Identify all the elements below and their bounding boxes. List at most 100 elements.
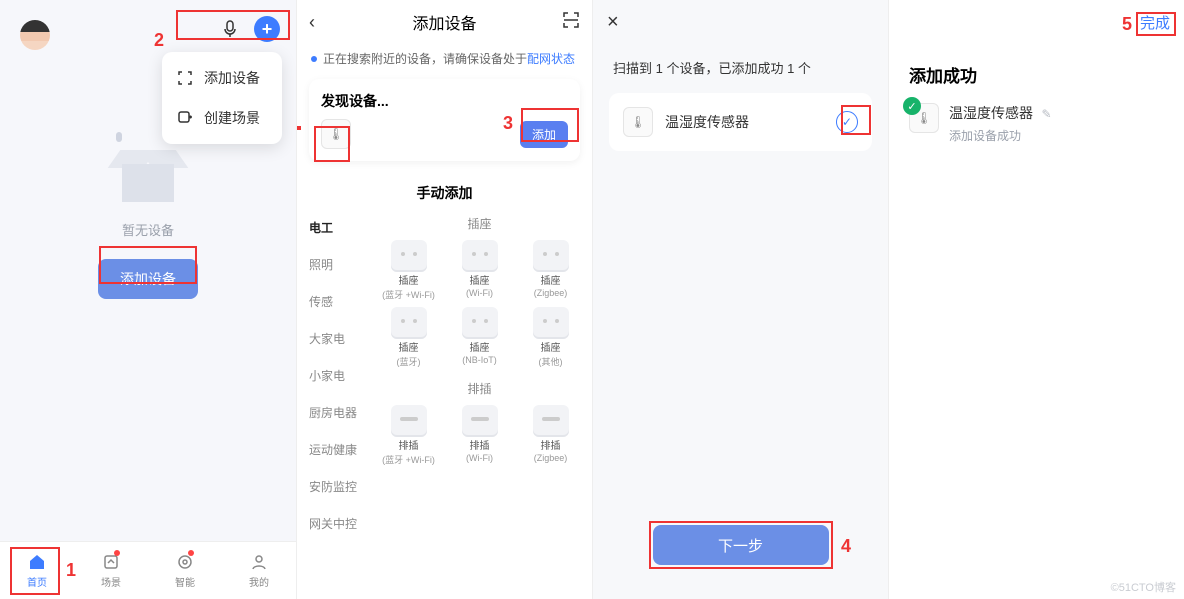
socket-icon [391,307,427,339]
device-sublabel: (其他) [517,355,584,368]
annotation-3: 3 [503,113,513,134]
badge-dot [114,550,120,556]
device-sublabel: (Wi-Fi) [446,453,513,463]
add-plus-button[interactable]: + [254,16,280,42]
category-item[interactable]: 电工 [309,219,367,236]
found-devices-card: 发现设备... 🌡 添加 [309,79,580,161]
device-sublabel: (Wi-Fi) [446,288,513,298]
subcategory-header: 排插 [367,380,592,397]
tab-mine[interactable]: 我的 [222,542,296,599]
device-cell[interactable]: 插座(NB-IoT) [446,307,513,368]
device-cell[interactable]: 插座(Zigbee) [517,240,584,301]
dropdown-create-scene[interactable]: 创建场景 [162,98,282,138]
socket-icon [533,307,569,339]
success-screen: 完成 5 添加成功 🌡 ✓ 温湿度传感器 ✎ 添加设备成功 ©51CTO博客 [888,0,1184,599]
device-sublabel: (Zigbee) [517,288,584,298]
device-label: 插座 [375,343,442,355]
empty-box-illustration [108,150,188,210]
add-device-screen: ‹ 添加设备 正在搜索附近的设备，请确保设备处于配网状态 发现设备... 🌡 添… [296,0,592,599]
next-button[interactable]: 下一步 [653,525,829,565]
device-label: 插座 [446,276,513,288]
found-title: 发现设备... [321,91,568,111]
tab-smart[interactable]: 智能 [148,542,222,599]
annotation-4: 4 [841,536,851,557]
success-title: 添加成功 [889,44,1184,103]
tab-home-label: 首页 [27,574,47,589]
manual-add-title: 手动添加 [297,183,592,203]
device-cell[interactable]: 插座(蓝牙) [375,307,442,368]
device-cell[interactable]: 排插(Wi-Fi) [446,405,513,466]
device-cell[interactable]: 插座(Wi-Fi) [446,240,513,301]
tab-scene[interactable]: 场景 [74,542,148,599]
add-found-button[interactable]: 添加 [520,121,568,148]
device-sublabel: (Zigbee) [517,453,584,463]
device-label: 排插 [517,441,584,453]
device-sublabel: (NB-IoT) [446,355,513,365]
dropdown-add-device[interactable]: 添加设备 [162,58,282,98]
add-dropdown: 添加设备 创建场景 [162,52,282,144]
scanned-device-row[interactable]: 🌡 温湿度传感器 ✓ [609,93,872,151]
watermark: ©51CTO博客 [1111,579,1176,595]
pairing-link[interactable]: 配网状态 [527,52,575,66]
socket-icon [533,405,569,437]
tab-scene-label: 场景 [101,574,121,589]
avatar[interactable] [20,20,50,50]
device-label: 排插 [446,441,513,453]
scan-icon [176,69,194,87]
device-label: 插座 [517,276,584,288]
close-button[interactable]: × [607,11,619,34]
category-item[interactable]: 传感 [309,293,367,310]
device-cell[interactable]: 插座(蓝牙 +Wi-Fi) [375,240,442,301]
socket-icon [462,240,498,272]
device-label: 插座 [375,276,442,288]
check-circle-icon: ✓ [836,111,858,133]
category-item[interactable]: 照明 [309,256,367,273]
device-label: 排插 [375,441,442,453]
add-device-button[interactable]: 添加设备 [98,259,198,299]
device-sublabel: (蓝牙 +Wi-Fi) [375,288,442,301]
annotation-1: 1 [66,560,76,581]
device-thumb: 🌡 [623,107,653,137]
socket-icon [391,240,427,272]
category-item[interactable]: 网关中控 [309,515,367,532]
scan-result-screen: × 扫描到 1 个设备，已添加成功 1 个 🌡 温湿度传感器 ✓ 下一步 4 [592,0,888,599]
category-item[interactable]: 安防监控 [309,478,367,495]
success-check-icon: ✓ [903,97,921,115]
searching-status: 正在搜索附近的设备，请确保设备处于配网状态 [297,44,592,79]
device-name: 温湿度传感器 [665,112,824,132]
tab-home[interactable]: 首页 [0,542,74,599]
annotation-2: 2 [154,30,164,51]
found-device-thumb[interactable]: 🌡 [321,119,351,149]
edit-icon[interactable]: ✎ [1041,107,1051,121]
device-cell[interactable]: 排插(蓝牙 +Wi-Fi) [375,405,442,466]
category-item[interactable]: 大家电 [309,330,367,347]
tab-mine-label: 我的 [249,574,269,589]
home-screen: + 2 添加设备 创建场景 暂无设备 添加设备 首页 场景 [0,0,296,599]
subcategory-header: 插座 [367,215,592,232]
device-sublabel: (蓝牙) [375,355,442,368]
scan-qr-icon[interactable] [562,11,580,34]
socket-icon [391,405,427,437]
done-button[interactable]: 完成 [1140,12,1170,33]
user-icon [249,552,269,572]
loading-dot-icon [311,56,317,62]
category-item[interactable]: 小家电 [309,367,367,384]
category-item[interactable]: 运动健康 [309,441,367,458]
success-subtext: 添加设备成功 [949,127,1052,144]
page-title: 添加设备 [412,10,476,34]
scan-status-text: 扫描到 1 个设备，已添加成功 1 个 [593,44,888,93]
socket-icon [462,307,498,339]
socket-icon [533,240,569,272]
device-cell[interactable]: 排插(Zigbee) [517,405,584,466]
category-list: 电工 照明 传感 大家电 小家电 厨房电器 运动健康 安防监控 网关中控 [309,213,367,553]
voice-icon[interactable] [220,19,240,39]
category-item[interactable]: 厨房电器 [309,404,367,421]
home-icon [27,552,47,572]
annotation-5: 5 [1122,14,1132,35]
socket-icon [462,405,498,437]
badge-dot [188,550,194,556]
device-sublabel: (蓝牙 +Wi-Fi) [375,453,442,466]
back-button[interactable]: ‹ [309,12,315,33]
device-cell[interactable]: 插座(其他) [517,307,584,368]
scene-plus-icon [176,109,194,127]
